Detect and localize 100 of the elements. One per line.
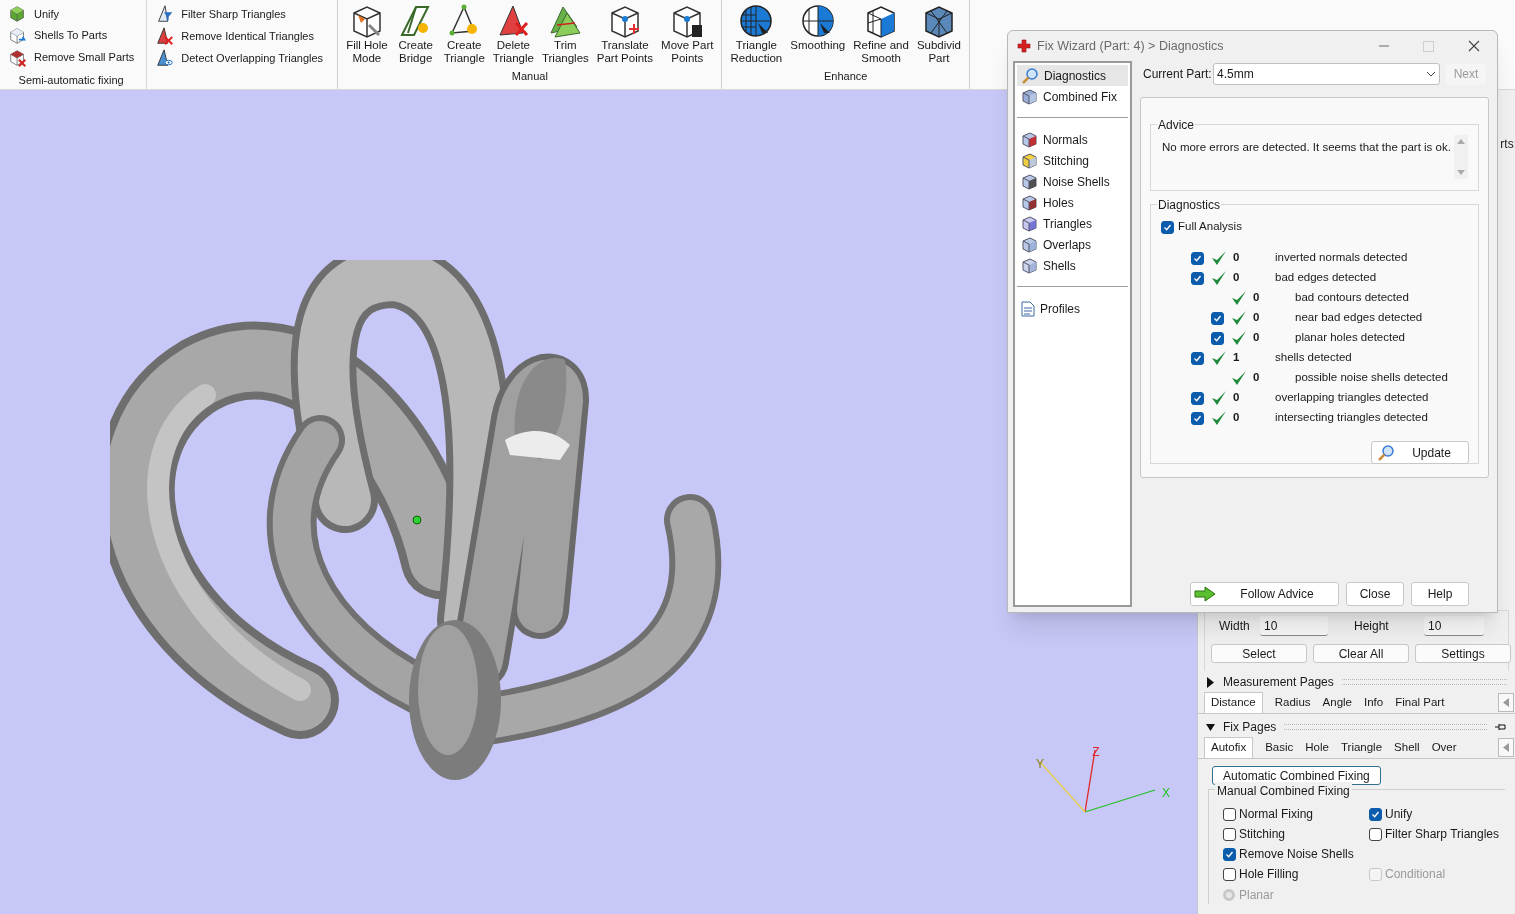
ribbon-button[interactable]: Unify — [8, 3, 135, 25]
pin-icon[interactable] — [1495, 723, 1507, 731]
tab[interactable]: Final Part — [1394, 692, 1446, 713]
scroll-left-button[interactable] — [1498, 738, 1514, 757]
panel-button[interactable]: Settings — [1415, 644, 1511, 663]
option-label: Normal Fixing — [1239, 806, 1313, 823]
option-label: Filter Sharp Triangles — [1385, 826, 1500, 843]
checkbox[interactable] — [1191, 351, 1204, 365]
input-field[interactable]: 10 — [1260, 615, 1328, 636]
checkbox[interactable] — [1191, 271, 1204, 285]
checkbox[interactable] — [1223, 827, 1236, 841]
nav-item[interactable]: Triangles — [1017, 213, 1128, 234]
nav-item[interactable]: Combined Fix — [1017, 86, 1128, 107]
ribbon-button[interactable]: Create Triangle — [441, 3, 487, 65]
ribbon-button[interactable]: Shells To Parts — [8, 24, 135, 47]
panel-button[interactable]: Select — [1211, 644, 1307, 663]
option-label: Remove Noise Shells — [1239, 846, 1354, 863]
ribbon-button[interactable]: Remove Identical Triangles — [155, 25, 324, 47]
tab[interactable]: Distance — [1204, 692, 1263, 713]
count-label: 0 — [1253, 310, 1261, 326]
checkbox[interactable] — [1223, 847, 1236, 861]
plus-icon — [1017, 39, 1031, 53]
diagnostic-label: bad edges detected — [1275, 270, 1377, 286]
tab[interactable]: Triangle — [1339, 737, 1384, 758]
arrow-left-icon — [1503, 698, 1509, 707]
chevron-down-icon — [1426, 71, 1436, 77]
ribbon-button[interactable]: Create Bridge — [393, 3, 438, 65]
nav-item[interactable]: Profiles — [1017, 298, 1128, 319]
ribbon-button[interactable]: Fill Hole Mode — [344, 3, 390, 65]
cube-icon — [1021, 88, 1038, 105]
group-label: Manual — [511, 68, 548, 84]
search-icon — [1021, 66, 1039, 85]
checkbox[interactable] — [1191, 391, 1204, 405]
cube-icon — [1021, 152, 1038, 169]
ribbon-button[interactable]: Subdivid Part — [914, 3, 963, 65]
checkbox[interactable] — [1191, 411, 1204, 425]
count-label: 0 — [1253, 330, 1261, 346]
checkbox[interactable] — [1211, 331, 1224, 345]
checkbox[interactable] — [1369, 807, 1382, 821]
search-icon — [1377, 443, 1395, 462]
part-dropdown[interactable]: 4.5mm — [1213, 63, 1440, 85]
checkbox[interactable] — [1223, 807, 1236, 821]
nav-item[interactable]: Normals — [1017, 129, 1128, 150]
diagnostic-label: overlapping triangles detected — [1275, 390, 1429, 406]
ribbon-button[interactable]: Triangle Reduction — [728, 3, 785, 65]
dialog-button[interactable]: Close — [1346, 582, 1404, 606]
diagnostic-label: bad contours detected — [1295, 290, 1409, 306]
ribbon-button[interactable]: Remove Small Parts — [8, 46, 135, 69]
ribbon-button[interactable]: Smoothing — [788, 3, 848, 65]
tab[interactable]: Hole — [1304, 737, 1330, 758]
checkbox[interactable] — [1223, 867, 1236, 881]
arrow-left-icon — [1503, 743, 1509, 752]
panel-button[interactable]: Clear All — [1313, 644, 1409, 663]
section-header[interactable]: Fix Pages — [1223, 718, 1277, 736]
scrollbar[interactable] — [1454, 135, 1468, 179]
dialog-button[interactable]: Help — [1411, 582, 1469, 606]
close-icon[interactable] — [1468, 40, 1480, 52]
nav-item[interactable]: Noise Shells — [1017, 171, 1128, 192]
checkbox[interactable] — [1191, 251, 1204, 265]
checkbox[interactable] — [1211, 311, 1224, 325]
section-header[interactable]: Measurement Pages — [1223, 673, 1334, 691]
arrow-down-icon — [1457, 170, 1465, 175]
nav-item[interactable]: Diagnostics — [1017, 65, 1128, 86]
checkbox[interactable] — [1161, 220, 1174, 234]
scroll-left-button[interactable] — [1498, 693, 1514, 712]
input-field[interactable]: 10 — [1424, 615, 1484, 636]
count-label: 0 — [1233, 250, 1241, 266]
collapse-triangle-icon[interactable] — [1206, 722, 1215, 732]
arrow-right-icon — [1194, 586, 1216, 602]
tab[interactable]: Autofix — [1204, 737, 1254, 758]
follow-advice-button[interactable]: Follow Advice — [1190, 582, 1339, 606]
ribbon-button[interactable]: Refine and Smooth — [851, 3, 911, 65]
count-label: 0 — [1253, 370, 1261, 386]
ribbon-button[interactable]: Detect Overlapping Triangles — [155, 47, 324, 69]
diagnostic-label: near bad edges detected — [1295, 310, 1423, 326]
update-button[interactable]: Update — [1371, 441, 1469, 464]
tab[interactable]: Info — [1363, 692, 1385, 713]
checkbox-label: Full Analysis — [1178, 219, 1242, 235]
ribbon-button[interactable]: Translate Part Points — [594, 3, 656, 65]
count-label: 0 — [1253, 290, 1261, 306]
nav-item[interactable]: Overlaps — [1017, 234, 1128, 255]
nav-item[interactable]: Shells — [1017, 255, 1128, 276]
ribbon-button[interactable]: Filter Sharp Triangles — [155, 3, 324, 25]
ribbon-button[interactable]: Delete Triangle — [490, 3, 536, 65]
nav-item[interactable]: Stitching — [1017, 150, 1128, 171]
checkbox[interactable] — [1369, 827, 1382, 841]
tab[interactable]: Radius — [1273, 692, 1312, 713]
cube-delete-icon — [8, 47, 28, 68]
ribbon-button[interactable]: Trim Triangles — [539, 3, 591, 65]
nav-item[interactable]: Holes — [1017, 192, 1128, 213]
field-label: Height — [1354, 617, 1390, 635]
diagnostic-label: shells detected — [1275, 350, 1352, 366]
tab[interactable]: Angle — [1321, 692, 1353, 713]
tab[interactable]: Basic — [1264, 737, 1295, 758]
field-label: Current Part: — [1142, 66, 1213, 83]
tab[interactable]: Over — [1430, 737, 1458, 758]
tab[interactable]: Shell — [1393, 737, 1421, 758]
ribbon-button[interactable]: Move Part Points — [659, 3, 716, 65]
expand-triangle-icon[interactable] — [1206, 676, 1215, 688]
count-label: 0 — [1233, 270, 1241, 286]
